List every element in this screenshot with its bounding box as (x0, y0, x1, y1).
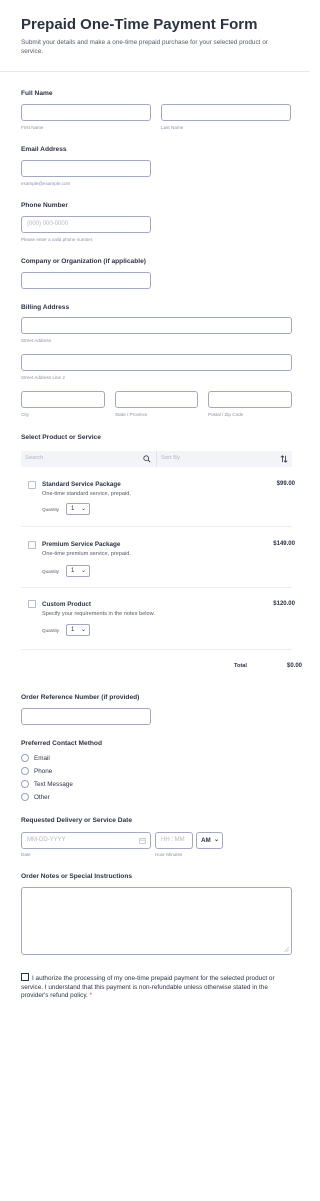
time-sublabel: Hour Minutes (155, 852, 183, 857)
quantity-select-custom[interactable]: 1 ⌄ (66, 624, 90, 636)
date-placeholder: MM-DD-YYYY (27, 837, 66, 843)
street-sublabel: Street Address (21, 338, 52, 343)
quantity-value-premium: 1 (71, 568, 75, 574)
product-search-input[interactable]: Search (25, 455, 43, 461)
product-desc-custom: Specify your requirements in the notes b… (42, 611, 155, 617)
radio-other[interactable] (21, 793, 29, 801)
city-sublabel: City (21, 412, 29, 417)
phone-sublabel: Please enter a valid phone number. (21, 237, 94, 242)
sort-icon[interactable] (280, 455, 288, 463)
chevron-down-icon: ⌄ (80, 506, 86, 512)
state-input[interactable] (115, 391, 198, 408)
quantity-select-premium[interactable]: 1 ⌄ (66, 565, 90, 577)
radio-text-message[interactable] (21, 780, 29, 788)
full-name-label: Full Name (21, 90, 53, 97)
ampm-select[interactable]: AM ⌄ (196, 832, 223, 849)
quantity-label-premium: Quantity (42, 569, 60, 574)
quantity-value-custom: 1 (71, 627, 75, 633)
form-header: Prepaid One-Time Payment Form Submit you… (0, 0, 310, 72)
consent-checkbox[interactable] (21, 973, 29, 981)
street-input[interactable] (21, 317, 292, 334)
radio-label-email: Email (34, 755, 50, 762)
total-label: Total (234, 663, 247, 669)
time-input[interactable]: HH : MM (155, 832, 193, 849)
chevron-down-icon: ⌄ (80, 627, 86, 633)
radio-email[interactable] (21, 754, 29, 762)
email-input[interactable] (21, 160, 151, 177)
notes-textarea[interactable] (21, 887, 292, 955)
form-subtitle: Submit your details and make a one-time … (21, 39, 268, 55)
first-name-input[interactable] (21, 104, 151, 121)
product-name-custom: Custom Product (42, 601, 91, 608)
order-ref-input[interactable] (21, 708, 151, 725)
notes-label: Order Notes or Special Instructions (21, 873, 133, 880)
radio-phone[interactable] (21, 767, 29, 775)
radio-label-text-message: Text Message (34, 781, 73, 788)
quantity-label-standard: Quantity (42, 507, 60, 512)
form-title: Prepaid One-Time Payment Form (21, 16, 258, 33)
product-price-premium: $149.00 (273, 541, 295, 547)
state-sublabel: State / Province (115, 412, 148, 417)
product-sort-select[interactable]: Sort By (161, 455, 180, 461)
email-label: Email Address (21, 146, 67, 153)
product-checkbox-premium[interactable] (28, 541, 36, 549)
product-checkbox-standard[interactable] (28, 481, 36, 489)
product-name-premium: Premium Service Package (42, 541, 121, 548)
first-name-sublabel: First Name (21, 125, 44, 130)
quantity-label-custom: Quantity (42, 628, 60, 633)
quantity-value-standard: 1 (71, 506, 75, 512)
email-sublabel: example@example.com (21, 181, 71, 186)
last-name-sublabel: Last Name (161, 125, 184, 130)
last-name-input[interactable] (161, 104, 291, 121)
calendar-icon[interactable] (139, 837, 146, 844)
product-divider (21, 526, 292, 527)
company-input[interactable] (21, 272, 151, 289)
ampm-value: AM (201, 837, 211, 844)
search-sort-divider (156, 451, 157, 467)
total-value: $0.00 (286, 663, 302, 669)
phone-label: Phone Number (21, 202, 68, 209)
quantity-select-standard[interactable]: 1 ⌄ (66, 503, 90, 515)
product-checkbox-custom[interactable] (28, 600, 36, 608)
required-mark: * (89, 992, 93, 999)
product-divider (21, 587, 292, 588)
postal-sublabel: Postal / Zip Code (208, 412, 244, 417)
order-ref-label: Order Reference Number (if provided) (21, 694, 140, 701)
delivery-label: Requested Delivery or Service Date (21, 817, 133, 824)
resize-handle-icon[interactable] (284, 947, 289, 952)
product-name-standard: Standard Service Package (42, 481, 121, 488)
contact-label: Preferred Contact Method (21, 740, 102, 747)
radio-label-phone: Phone (34, 768, 53, 775)
search-icon[interactable] (143, 455, 151, 463)
time-placeholder: HH : MM (161, 837, 185, 843)
product-price-standard: $99.00 (276, 481, 295, 487)
product-desc-standard: One-time standard service, prepaid. (42, 491, 131, 497)
product-divider (21, 649, 292, 650)
consent-text: I authorize the processing of my one-tim… (21, 975, 275, 999)
city-input[interactable] (21, 391, 105, 408)
chevron-down-icon: ⌄ (80, 568, 86, 574)
date-sublabel: Date (21, 852, 31, 857)
radio-label-other: Other (34, 794, 50, 801)
product-price-custom: $120.00 (273, 601, 295, 607)
phone-input[interactable]: (000) 000-0000 (21, 216, 151, 233)
chevron-down-icon: ⌄ (213, 837, 219, 843)
billing-label: Billing Address (21, 304, 70, 311)
street2-sublabel: Street Address Line 2 (21, 375, 65, 380)
product-desc-premium: One-time premium service, prepaid. (42, 551, 131, 557)
company-label: Company or Organization (if applicable) (21, 258, 146, 265)
phone-placeholder: (000) 000-0000 (27, 221, 69, 227)
consent-block: I authorize the processing of my one-tim… (21, 973, 276, 1001)
date-input[interactable]: MM-DD-YYYY (21, 832, 151, 849)
street2-input[interactable] (21, 354, 292, 371)
product-search-bar: Search Sort By (21, 451, 292, 467)
products-label: Select Product or Service (21, 434, 101, 441)
postal-input[interactable] (208, 391, 292, 408)
